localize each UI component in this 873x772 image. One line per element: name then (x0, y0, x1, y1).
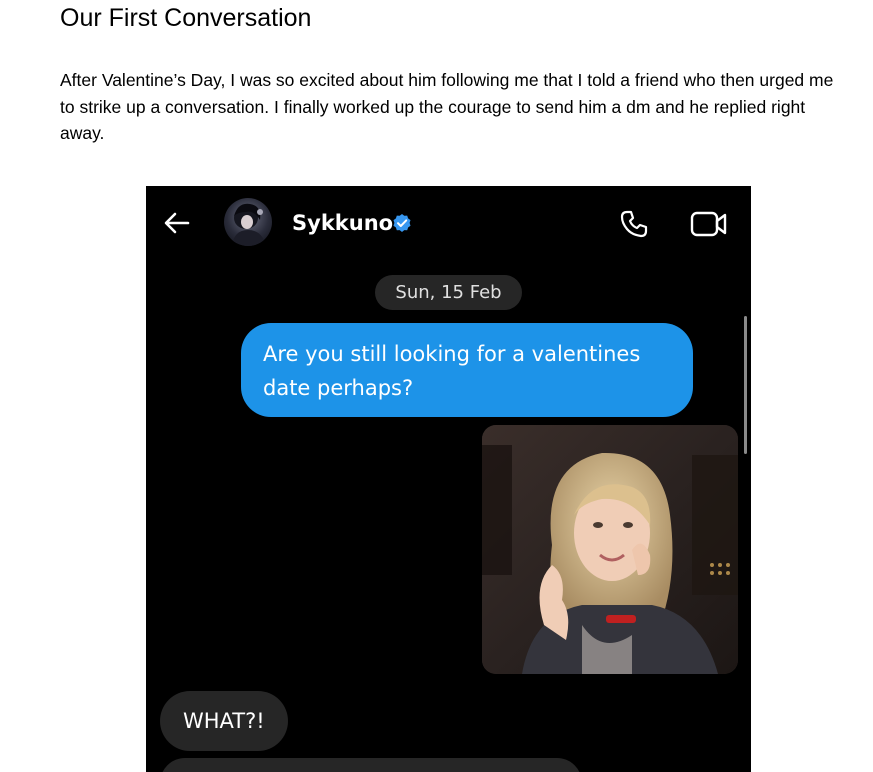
article-title: Our First Conversation (60, 4, 312, 32)
scrollbar[interactable] (744, 316, 747, 454)
phone-icon[interactable] (618, 208, 650, 240)
article-intro: After Valentine’s Day, I was so excited … (60, 70, 834, 143)
date-divider: Sun, 15 Feb (375, 275, 522, 310)
received-message[interactable]: WHAT?! (160, 691, 288, 751)
video-camera-icon[interactable] (690, 209, 728, 239)
avatar[interactable] (224, 198, 272, 246)
received-message-cropped[interactable] (160, 758, 582, 772)
gif-message[interactable] (482, 425, 738, 674)
sent-message[interactable]: Are you still looking for a valentines d… (241, 323, 693, 417)
arrow-left-icon[interactable] (162, 208, 192, 238)
dm-screenshot: Sykkuno Sun, 15 Feb Are you still lookin… (146, 186, 751, 772)
contact-name[interactable]: Sykkuno (292, 210, 393, 236)
verified-badge-icon (393, 214, 411, 232)
